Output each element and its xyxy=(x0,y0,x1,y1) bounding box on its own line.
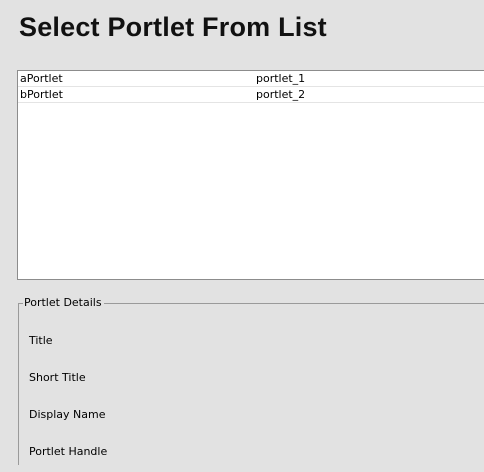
portlet-id-cell: portlet_2 xyxy=(256,88,306,101)
page-title: Select Portlet From List xyxy=(19,12,327,42)
portlet-name-cell: aPortlet xyxy=(20,72,63,85)
list-item[interactable]: bPortlet portlet_2 xyxy=(18,87,484,103)
display-name-label: Display Name xyxy=(29,408,106,421)
title-label: Title xyxy=(29,334,53,347)
portlet-name-cell: bPortlet xyxy=(20,88,63,101)
portlet-handle-label: Portlet Handle xyxy=(29,445,108,458)
portlet-id-cell: portlet_1 xyxy=(256,72,306,85)
short-title-label: Short Title xyxy=(29,371,86,384)
portlet-details-group: Portlet Details Title Short Title Displa… xyxy=(18,296,484,465)
portlet-list[interactable]: aPortlet portlet_1 bPortlet portlet_2 xyxy=(17,70,484,280)
list-item[interactable]: aPortlet portlet_1 xyxy=(18,71,484,87)
portlet-details-legend: Portlet Details xyxy=(23,296,104,310)
